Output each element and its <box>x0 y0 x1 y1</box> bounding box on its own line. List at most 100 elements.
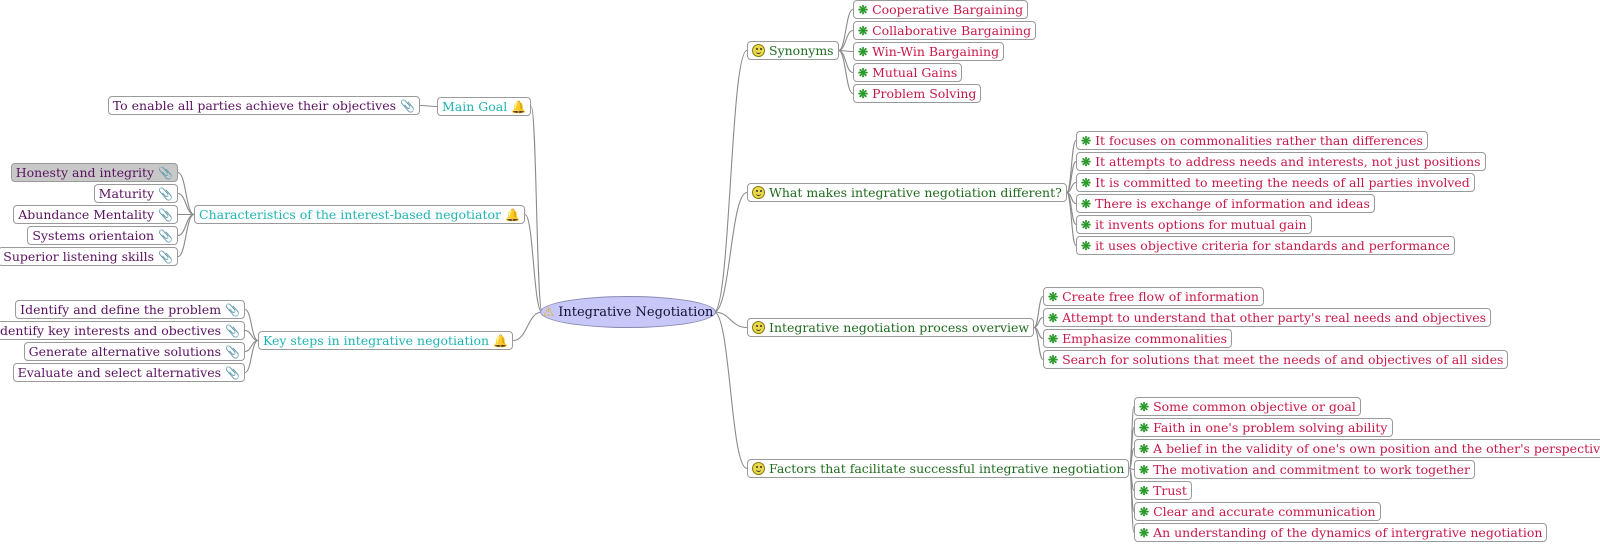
leaf-node[interactable]: ❋ it invents options for mutual gain <box>1076 215 1312 234</box>
leaf-node[interactable]: ❋ Win-Win Bargaining <box>853 42 1005 61</box>
leaf-label: A belief in the validity of one's own po… <box>1153 441 1600 456</box>
leaf-node[interactable]: ❋ Mutual Gains <box>853 63 963 82</box>
connector-branch-to-leaf <box>1066 160 1077 194</box>
leaf-node[interactable]: ❋ The motivation and commitment to work … <box>1134 460 1475 479</box>
leaf-node[interactable]: Identify key interests and obectives 📎 <box>0 321 245 340</box>
leaf-node-selected[interactable]: Honesty and integrity 📎 <box>10 163 178 182</box>
leaf-node[interactable]: Identify and define the problem 📎 <box>15 300 245 319</box>
leaf-node[interactable]: Generate alternative solutions 📎 <box>23 342 245 361</box>
flower-icon: ❋ <box>1139 462 1150 477</box>
connector-branch-to-leaf <box>838 49 854 74</box>
flower-icon: ❋ <box>1081 196 1092 211</box>
flower-icon: ❋ <box>1139 525 1150 540</box>
leaf-node[interactable]: ❋ Clear and accurate communication <box>1134 502 1381 521</box>
paperclip-icon: 📎 <box>158 207 173 222</box>
smiley-icon <box>752 321 765 334</box>
connector-branch-to-leaf <box>1066 191 1077 226</box>
connector-branch-to-leaf <box>838 49 854 95</box>
flower-icon: ❋ <box>1048 289 1059 304</box>
leaf-node[interactable]: ❋ It attempts to address needs and inter… <box>1076 152 1486 171</box>
leaf-node[interactable]: ❋ Cooperative Bargaining <box>853 0 1029 19</box>
leaf-label: Trust <box>1153 483 1187 498</box>
paperclip-icon: 📎 <box>225 323 240 338</box>
connector-branch-to-leaf <box>244 308 259 342</box>
smiley-icon <box>752 44 765 57</box>
leaf-node[interactable]: ❋ Collaborative Bargaining <box>853 21 1037 40</box>
leaf-node[interactable]: ❋ Attempt to understand that other party… <box>1043 308 1492 327</box>
leaf-node[interactable]: Evaluate and select alternatives 📎 <box>12 363 245 382</box>
flower-icon: ❋ <box>1081 217 1092 232</box>
flower-icon: ❋ <box>858 86 869 101</box>
flower-icon: ❋ <box>1139 399 1150 414</box>
branch-process-overview[interactable]: Integrative negotiation process overview <box>747 318 1035 337</box>
warning-icon: ⚠ <box>542 304 555 320</box>
connector-branch-to-leaf <box>838 49 854 53</box>
root-node[interactable]: ⚠ Integrative Negotiation <box>540 296 716 328</box>
smiley-icon <box>752 462 765 475</box>
leaf-node[interactable]: ❋ Create free flow of information <box>1043 287 1264 306</box>
connector-branch-to-leaf <box>838 8 854 52</box>
leaf-node[interactable]: ❋ Emphasize commonalities <box>1043 329 1233 348</box>
branch-synonyms[interactable]: Synonyms <box>747 41 839 60</box>
paperclip-icon: 📎 <box>158 228 173 243</box>
leaf-node[interactable]: ❋ It is committed to meeting the needs o… <box>1076 173 1475 192</box>
leaf-label: it invents options for mutual gain <box>1095 217 1307 232</box>
leaf-node[interactable]: Abundance Mentality 📎 <box>13 205 178 224</box>
leaf-node[interactable]: ❋ A belief in the validity of one's own … <box>1134 439 1600 458</box>
leaf-label: The motivation and commitment to work to… <box>1153 462 1470 477</box>
leaf-node[interactable]: ❋ There is exchange of information and i… <box>1076 194 1375 213</box>
connector-root-to-right-branch <box>713 311 748 470</box>
leaf-node[interactable]: ❋ An understanding of the dynamics of in… <box>1134 523 1548 542</box>
bell-icon: 🔔 <box>493 333 509 348</box>
leaf-label: Mutual Gains <box>872 65 958 80</box>
leaf-node[interactable]: Systems orientaion 📎 <box>27 226 178 245</box>
paperclip-icon: 📎 <box>158 249 173 264</box>
branch-characteristics[interactable]: Characteristics of the interest-based ne… <box>194 205 525 224</box>
leaf-label: It focuses on commonalities rather than … <box>1095 133 1423 148</box>
connector-root-to-left-branch <box>524 213 543 313</box>
leaf-label: it uses objective criteria for standards… <box>1095 238 1450 253</box>
leaf-node[interactable]: ❋ Some common objective or goal <box>1134 397 1361 416</box>
flower-icon: ❋ <box>1139 504 1150 519</box>
leaf-label: There is exchange of information and ide… <box>1095 196 1370 211</box>
branch-what-makes-different[interactable]: What makes integrative negotiation diffe… <box>747 183 1067 202</box>
leaf-label: Honesty and integrity <box>15 165 155 180</box>
branch-label: Factors that facilitate successful integ… <box>769 461 1125 476</box>
branch-factors[interactable]: Factors that facilitate successful integ… <box>747 459 1130 478</box>
leaf-node[interactable]: ❋ Problem Solving <box>853 84 982 103</box>
leaf-label: Win-Win Bargaining <box>872 44 1000 59</box>
leaf-node[interactable]: Superior listening skills 📎 <box>0 247 178 266</box>
connector-branch-to-leaf <box>244 329 259 342</box>
flower-icon: ❋ <box>858 65 869 80</box>
leaf-label: It is committed to meeting the needs of … <box>1095 175 1470 190</box>
leaf-node[interactable]: ❋ it uses objective criteria for standar… <box>1076 236 1455 255</box>
connector-branch-to-leaf <box>177 192 195 216</box>
leaf-label: Cooperative Bargaining <box>872 2 1024 17</box>
bell-icon: 🔔 <box>511 99 527 114</box>
connector-root-to-right-branch <box>713 49 748 313</box>
flower-icon: ❋ <box>1139 420 1150 435</box>
connector-branch-to-leaf <box>1066 139 1077 194</box>
leaf-node[interactable]: To enable all parties achieve their obje… <box>107 96 420 115</box>
branch-label: Characteristics of the interest-based ne… <box>199 207 502 222</box>
flower-icon: ❋ <box>1081 154 1092 169</box>
paperclip-icon: 📎 <box>225 344 240 359</box>
leaf-label: Clear and accurate communication <box>1153 504 1376 519</box>
leaf-node[interactable]: Maturity 📎 <box>93 184 178 203</box>
flower-icon: ❋ <box>858 44 869 59</box>
branch-key-steps[interactable]: Key steps in integrative negotiation 🔔 <box>258 331 514 350</box>
connector-branch-to-leaf <box>1128 405 1135 470</box>
leaf-node[interactable]: ❋ Trust <box>1134 481 1192 500</box>
connector-root-to-left-branch <box>512 311 543 342</box>
leaf-node[interactable]: ❋ Search for solutions that meet the nee… <box>1043 350 1509 369</box>
leaf-node[interactable]: ❋ Faith in one's problem solving ability <box>1134 418 1393 437</box>
leaf-node[interactable]: ❋ It focuses on commonalities rather tha… <box>1076 131 1428 150</box>
leaf-label: Problem Solving <box>872 86 977 101</box>
leaf-label: Abundance Mentality <box>18 207 155 222</box>
connector-branch-to-leaf <box>838 29 854 52</box>
branch-main-goal[interactable]: Main Goal 🔔 <box>437 97 532 116</box>
leaf-label: An understanding of the dynamics of inte… <box>1153 525 1543 540</box>
leaf-label: Generate alternative solutions <box>28 344 222 359</box>
flower-icon: ❋ <box>1139 483 1150 498</box>
branch-label: Key steps in integrative negotiation <box>263 333 490 348</box>
